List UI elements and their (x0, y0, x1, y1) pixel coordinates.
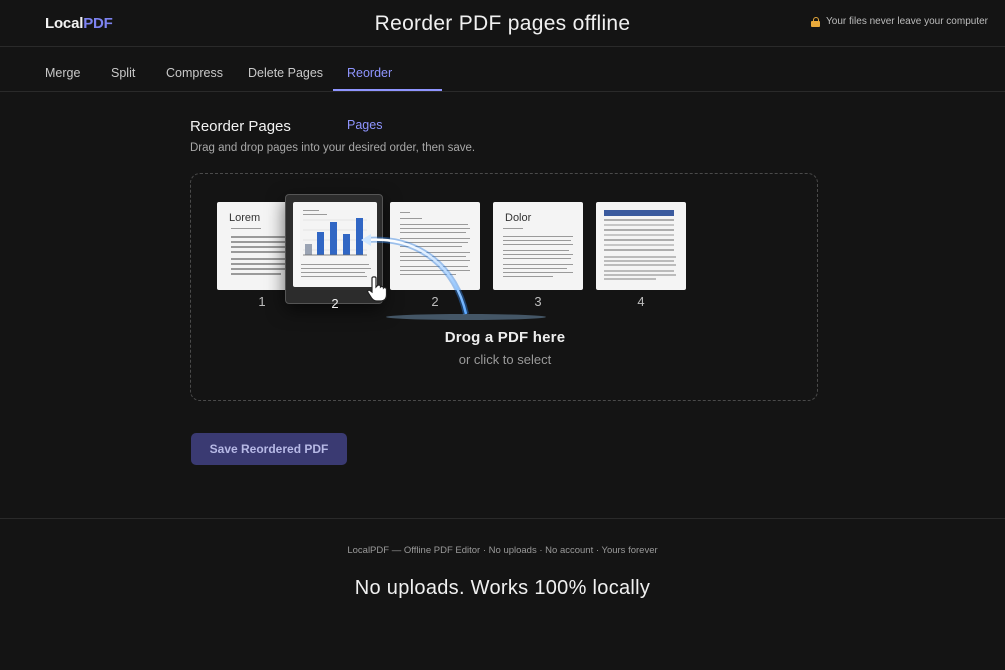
tool-tabs: Merge Split Compress Delete Pages Reorde… (0, 47, 1005, 132)
tab-compress[interactable]: Compress (152, 47, 237, 91)
footer-divider (0, 518, 1005, 519)
privacy-notice: Your files never leave your computer (811, 16, 988, 27)
tab-split[interactable]: Split (97, 47, 149, 91)
bar-chart-graphic (303, 218, 367, 256)
page-thumbnail-2-dragging[interactable] (285, 194, 383, 304)
footer-text: LocalPDF — Offline PDF Editor · No uploa… (347, 545, 658, 556)
tab-merge[interactable]: Merge (31, 47, 94, 91)
section-subtitle: Drag and drop pages into your desired or… (190, 142, 476, 154)
tab-reorder-pages[interactable]: Reorder Pages (333, 47, 442, 132)
page-heading: Dolor (505, 212, 532, 224)
dropzone-main-text: Drog a PDF here (444, 329, 566, 346)
privacy-text: Your files never leave your computer (826, 16, 988, 27)
footer-tagline: No uploads. Works 100% locally (354, 577, 651, 599)
save-reordered-pdf-button[interactable]: Save Reordered PDF (191, 433, 347, 465)
app-header: LocalPDF Reorder PDF pages offline Your … (0, 0, 1005, 47)
pdf-dropzone[interactable]: Lorem 1 2 2 Dolor 3 4 Drog a PDF here or… (190, 173, 818, 401)
lock-icon (811, 16, 821, 27)
tab-delete-pages[interactable]: Delete Pages (234, 47, 337, 91)
page-thumbnail-5[interactable] (596, 202, 686, 290)
section-title: Reorder Pages (190, 118, 291, 135)
page-number-2-dragging: 2 (331, 296, 339, 311)
page-number-3: 2 (431, 294, 439, 309)
page-thumbnail-3[interactable] (390, 202, 480, 290)
page-heading: Lorem (229, 212, 261, 224)
page-number-4: 3 (534, 294, 542, 309)
page-number-1: 1 (258, 294, 266, 309)
page-number-5: 4 (637, 294, 645, 309)
table-graphic (604, 210, 676, 280)
dropzone-sub-text[interactable]: or click to select (191, 352, 819, 367)
page-thumbnail-4[interactable]: Dolor (493, 202, 583, 290)
